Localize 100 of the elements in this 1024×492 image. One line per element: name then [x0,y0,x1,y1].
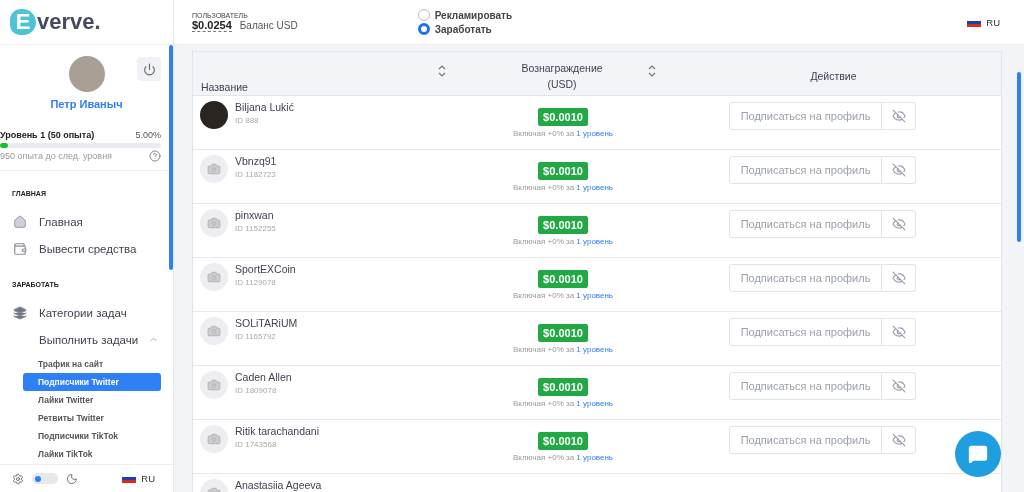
hide-button[interactable] [882,372,916,400]
profile-id: ID 1182723 [235,170,277,179]
reward-amount: $0.0010 [538,270,588,288]
profile-name: Vbnzq91 [235,155,277,167]
nav-item[interactable]: Категории задач [0,299,161,326]
column-header[interactable]: Вознаграждение (USD) [507,60,617,93]
level-label: Уровень 1 (50 опыта) [0,130,95,140]
radio-label[interactable]: Рекламировать [434,9,513,21]
profile-id: ID 888 [235,116,260,125]
level-link[interactable]: 1 уровень [576,237,614,246]
reward-note: Включая +0% за 1 уровень [512,237,614,246]
profile-name: Biljana Lukić [235,101,294,113]
chat-icon [968,444,988,464]
reward-amount: $0.0010 [538,378,588,396]
hide-button[interactable] [882,210,916,238]
level-hint: 950 опыта до след. уровня [0,151,112,161]
theme-toggle[interactable] [32,473,58,484]
nav-subitem[interactable]: Трафик на сайт [23,355,161,373]
reward-note: Включая +0% за 1 уровень [512,129,614,138]
profile-name: Ritik tarachandani [235,425,320,437]
eye-off-icon [891,163,906,177]
column-header[interactable]: Название [201,80,248,93]
logo-mark: E [10,9,36,35]
eye-off-icon [891,109,906,123]
reward-amount: $0.0010 [538,324,588,342]
nav-subitem[interactable]: Лайки TikTok [23,445,161,463]
logo-text: verve. [37,9,101,35]
avatar-placeholder [68,56,105,92]
level-link[interactable]: 1 уровень [576,291,614,300]
radio-label[interactable]: Заработать [434,23,492,35]
nav-subitem[interactable]: Лайки Twitter [23,391,161,409]
flag-icon [122,474,137,483]
language-label[interactable]: RU [141,473,155,484]
level-link[interactable]: 1 уровень [576,345,614,354]
radio-button[interactable] [417,23,430,35]
reward-amount: $0.0010 [538,108,588,126]
nav-item[interactable]: Вывести средства [0,235,161,262]
level-link[interactable]: 1 уровень [576,183,614,192]
nav-item[interactable]: Выполнить задачи [0,326,161,353]
reward-amount: $0.0010 [538,216,588,234]
scrollbar-thumb[interactable] [169,45,173,270]
eye-off-icon [891,325,906,339]
camera-icon [207,216,221,230]
balance-amount[interactable]: $0.0254 [192,19,232,32]
profile-name: SportEXCoin [235,263,296,275]
hide-button[interactable] [882,318,916,346]
hide-button[interactable] [882,264,916,292]
profile-id: ID 1743568 [235,440,278,449]
reward-amount: $0.0010 [538,432,588,450]
power-icon [142,62,156,76]
reward-note: Включая +0% за 1 уровень [512,345,614,354]
hide-button[interactable] [882,426,916,454]
profile-name: pinxwan [235,209,275,221]
level-link[interactable]: 1 уровень [576,129,614,138]
profile-name: Caden Allen [235,371,292,383]
nav-subitem[interactable]: Подписчики TikTok [23,427,161,445]
hide-button[interactable] [882,156,916,184]
sort-icon[interactable] [438,64,446,78]
scrollbar-thumb[interactable] [1017,72,1021,242]
profile-id: ID 1152255 [235,224,276,233]
radio-button[interactable] [417,9,430,21]
eye-off-icon [891,433,906,447]
home-icon [13,214,27,229]
profile-name: SOLiTARiUM [235,317,298,329]
level-link[interactable]: 1 уровень [576,453,614,462]
flag-icon [967,17,982,27]
profile-id: ID 1809078 [235,386,278,395]
nav-subitem[interactable]: Подписчики Twitter [23,373,161,391]
moon-icon [66,472,78,485]
language-label[interactable]: RU [986,16,1000,28]
hide-button[interactable] [882,102,916,130]
eye-off-icon [891,271,906,285]
camera-icon [207,432,221,446]
reward-amount: $0.0010 [538,162,588,180]
reward-note: Включая +0% за 1 уровень [512,291,614,300]
layers-icon [13,305,27,320]
reward-note: Включая +0% за 1 уровень [512,183,614,192]
camera-icon [207,162,221,176]
sort-icon[interactable] [648,64,656,78]
logout-button[interactable] [137,57,161,81]
level-percent: 5.00% [135,130,161,140]
profile-name: Anastasiia Ageeva [235,479,322,491]
help-icon[interactable] [149,150,161,162]
level-link[interactable]: 1 уровень [576,399,614,408]
reward-note: Включая +0% за 1 уровень [512,453,614,462]
nav-item[interactable]: Главная [0,208,161,235]
column-header: Действие [810,69,857,85]
camera-icon [207,378,221,392]
avatar-photo-placeholder [200,101,228,129]
user-name[interactable]: Петр Иваныч [50,98,123,110]
camera-icon [207,324,221,338]
wallet-icon [13,241,27,256]
camera-icon [207,270,221,284]
nav-subitem[interactable]: Ретвиты Twitter [23,409,161,427]
balance-label: Баланс USD [239,20,298,31]
profile-id: ID 1165792 [235,332,277,341]
settings-icon[interactable] [12,472,24,485]
reward-note: Включая +0% за 1 уровень [512,399,614,408]
profile-id: ID 1129078 [235,278,277,287]
eye-off-icon [891,379,906,393]
